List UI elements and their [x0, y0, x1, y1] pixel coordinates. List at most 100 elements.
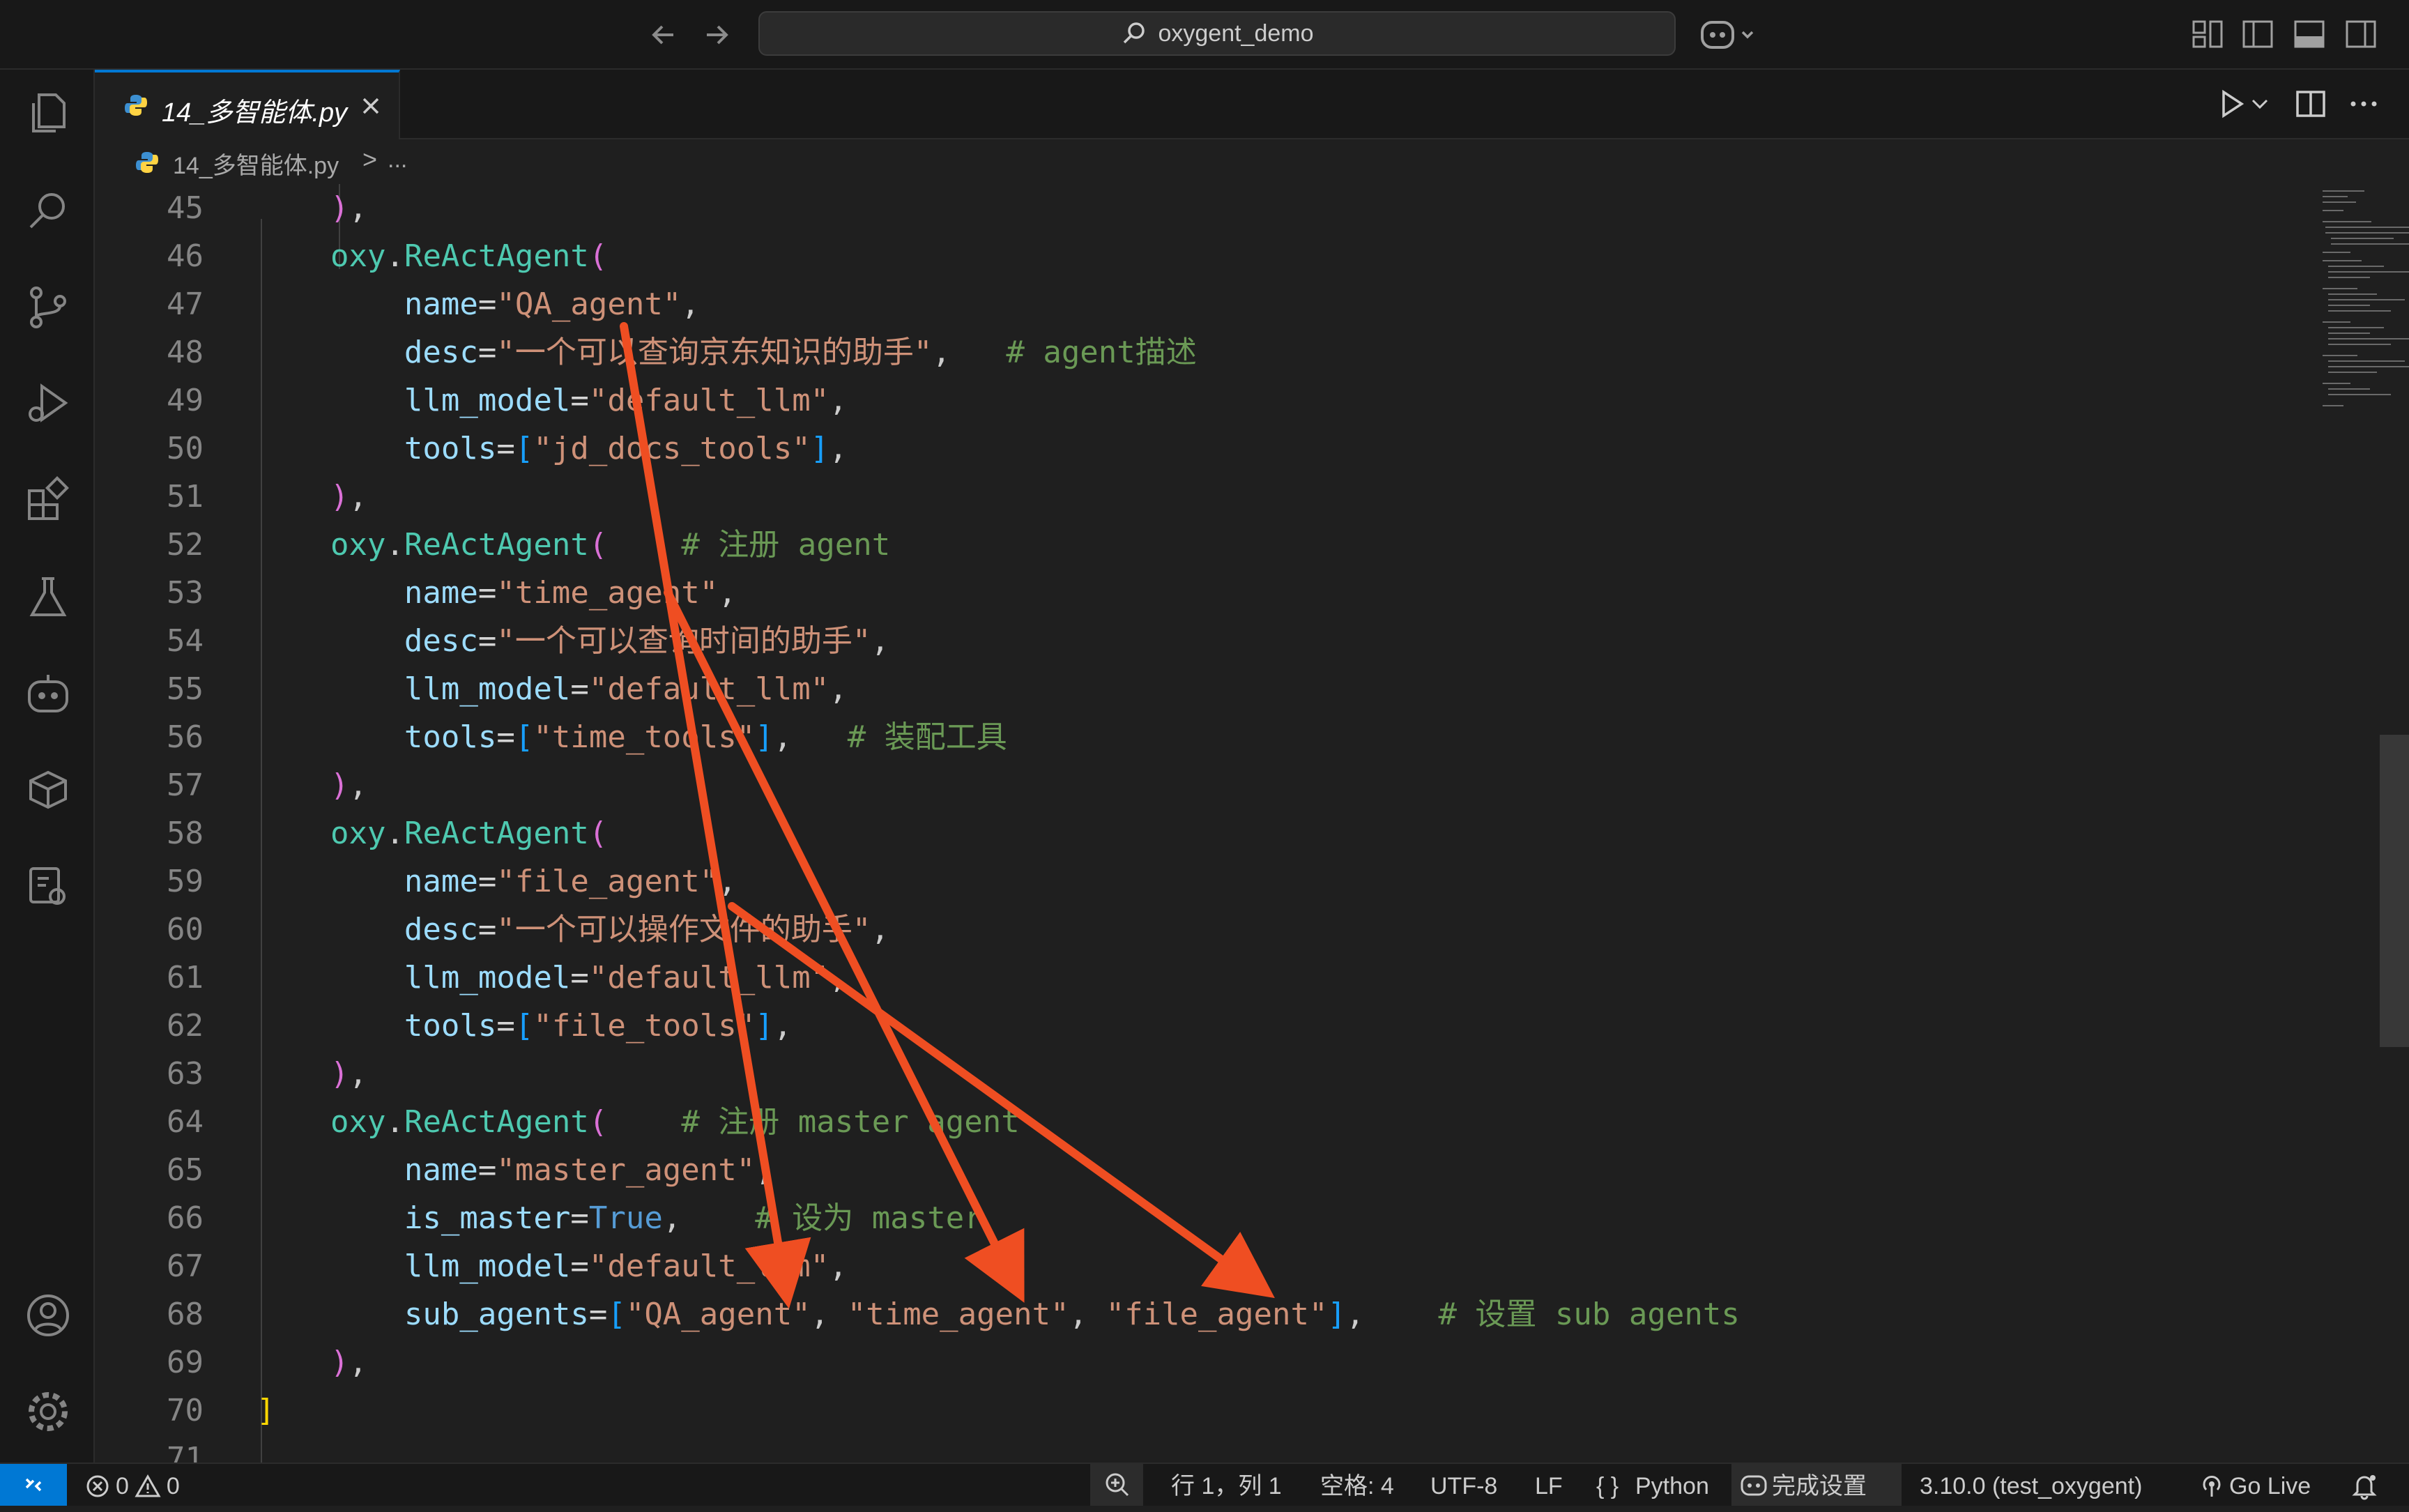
encoding[interactable]: UTF-8: [1430, 1471, 1497, 1502]
code-line[interactable]: ),: [257, 184, 367, 232]
warning-icon: [135, 1474, 161, 1497]
workspace-name: oxygent_demo: [1158, 20, 1314, 47]
run-python-file-icon[interactable]: [2214, 86, 2249, 121]
braces-icon: { }: [1596, 1473, 1619, 1499]
status-bar: 0 0 行 1，列 1 空格: 4 UTF-8 LF { } Python 完成…: [0, 1463, 2409, 1506]
copilot-chat-icon[interactable]: [24, 669, 72, 718]
go-live-label: Go Live: [2229, 1473, 2311, 1499]
extensions-icon[interactable]: [24, 475, 72, 524]
code-line[interactable]: ),: [257, 1338, 367, 1387]
code-line[interactable]: oxy.ReActAgent(: [257, 232, 607, 280]
problems-indicator[interactable]: 0 0: [85, 1471, 180, 1502]
source-control-icon[interactable]: [24, 283, 72, 332]
toggle-primary-sidebar-icon[interactable]: [2242, 20, 2274, 49]
python-interpreter[interactable]: 3.10.0 (test_oxygent): [1920, 1471, 2142, 1502]
code-line[interactable]: oxy.ReActAgent( # 注册 master agent: [257, 1098, 1020, 1146]
tab-active-file[interactable]: 14_多智能体.py: [95, 70, 400, 139]
zoom-indicator[interactable]: [1090, 1464, 1143, 1506]
code-line[interactable]: sub_agents=["QA_agent", "time_agent", "f…: [257, 1290, 1740, 1338]
copilot-label: 完成设置: [1772, 1473, 1867, 1499]
line-number: 71: [167, 1441, 204, 1463]
code-line[interactable]: tools=["jd_docs_tools"],: [257, 425, 848, 473]
line-number: 70: [167, 1393, 204, 1428]
explorer-icon[interactable]: [24, 89, 72, 138]
code-line[interactable]: ),: [257, 761, 367, 809]
copilot-icon: [1741, 1475, 1767, 1496]
code-line[interactable]: tools=["file_tools"],: [257, 1002, 792, 1050]
arrow-left-icon[interactable]: [644, 15, 683, 54]
tab-label: 14_多智能体.py: [162, 98, 348, 128]
line-number: 47: [167, 287, 204, 322]
breadcrumb-symbols[interactable]: ...: [388, 146, 407, 174]
line-number: 56: [167, 719, 204, 755]
indentation[interactable]: 空格: 4: [1320, 1471, 1394, 1502]
code-line[interactable]: ),: [257, 1050, 367, 1098]
activity-bar: [0, 70, 95, 1463]
code-line[interactable]: oxy.ReActAgent( # 注册 agent: [257, 521, 890, 569]
broadcast-icon: [2203, 1476, 2221, 1497]
error-icon: [86, 1475, 109, 1497]
code-line[interactable]: llm_model="default_llm",: [257, 665, 848, 713]
vertical-scrollbar[interactable]: [2380, 735, 2409, 1047]
line-number: 55: [167, 671, 204, 707]
remote-explorer-icon[interactable]: [24, 765, 72, 814]
more-actions-icon[interactable]: [2346, 86, 2381, 121]
line-number: 54: [167, 623, 204, 659]
code-line[interactable]: desc="一个可以查询京东知识的助手", # agent描述: [257, 328, 1197, 376]
line-number: 48: [167, 335, 204, 370]
toggle-secondary-sidebar-icon[interactable]: [2345, 20, 2377, 49]
remote-icon: [25, 1478, 42, 1492]
copilot-status[interactable]: 完成设置: [1731, 1464, 1902, 1506]
code-line[interactable]: is_master=True, # 设为 master: [257, 1194, 983, 1242]
code-line[interactable]: tools=["time_tools"], # 装配工具: [257, 713, 1007, 761]
line-number: 69: [167, 1345, 204, 1380]
line-number: 68: [167, 1297, 204, 1332]
code-line[interactable]: desc="一个可以查询时间的助手",: [257, 617, 889, 665]
breadcrumb-file[interactable]: 14_多智能体.py: [173, 146, 339, 181]
code-editor[interactable]: 45 ), 46 oxy.ReActAgent( 47 name="QA_agent…: [95, 184, 2409, 1463]
close-icon[interactable]: [357, 92, 385, 120]
title-bar: oxygent_demo: [0, 0, 2409, 70]
go-live-button[interactable]: Go Live: [2200, 1471, 2311, 1502]
run-debug-icon[interactable]: [24, 379, 72, 428]
customize-layout-icon[interactable]: [2192, 20, 2224, 49]
code-line[interactable]: llm_model="default_llm",: [257, 1242, 848, 1290]
minimap[interactable]: [2311, 184, 2409, 421]
code-line[interactable]: llm_model="default_llm",: [257, 376, 848, 425]
line-number: 46: [167, 238, 204, 274]
chevron-down-icon[interactable]: [2247, 86, 2272, 121]
code-line[interactable]: ]: [257, 1387, 275, 1435]
cursor-position[interactable]: 行 1，列 1: [1171, 1471, 1282, 1502]
python-file-icon: [125, 95, 147, 116]
container-tools-icon[interactable]: [24, 862, 72, 910]
toggle-panel-icon[interactable]: [2293, 20, 2325, 49]
breadcrumb: 14_多智能体.py > ...: [95, 141, 2409, 184]
line-number: 53: [167, 575, 204, 611]
language-mode[interactable]: Python: [1635, 1471, 1709, 1502]
notifications-icon[interactable]: [2349, 1472, 2380, 1500]
code-line[interactable]: name="master_agent",: [257, 1146, 774, 1194]
line-number: 62: [167, 1008, 204, 1044]
arrow-right-icon[interactable]: [697, 15, 736, 54]
python-file-icon: [136, 152, 158, 173]
copilot-menu-button[interactable]: [1698, 14, 1761, 56]
gear-icon[interactable]: [24, 1387, 72, 1436]
line-number: 60: [167, 912, 204, 947]
code-line[interactable]: name="QA_agent",: [257, 280, 700, 328]
command-center-search[interactable]: oxygent_demo: [758, 11, 1676, 56]
code-line[interactable]: ),: [257, 473, 367, 521]
code-line[interactable]: oxy.ReActAgent(: [257, 809, 607, 857]
code-line[interactable]: name="time_agent",: [257, 569, 737, 617]
remote-indicator[interactable]: [0, 1464, 67, 1506]
code-line[interactable]: llm_model="default_llm",: [257, 954, 848, 1002]
split-editor-icon[interactable]: [2293, 86, 2328, 121]
code-line[interactable]: name="file_agent",: [257, 857, 737, 906]
testing-icon[interactable]: [24, 573, 72, 622]
line-number: 52: [167, 527, 204, 563]
line-number: 65: [167, 1152, 204, 1188]
end-of-line[interactable]: LF: [1535, 1471, 1563, 1502]
account-icon[interactable]: [24, 1291, 72, 1340]
search-icon[interactable]: [24, 187, 72, 236]
code-line[interactable]: desc="一个可以操作文件的助手",: [257, 906, 889, 954]
line-number: 45: [167, 190, 204, 226]
